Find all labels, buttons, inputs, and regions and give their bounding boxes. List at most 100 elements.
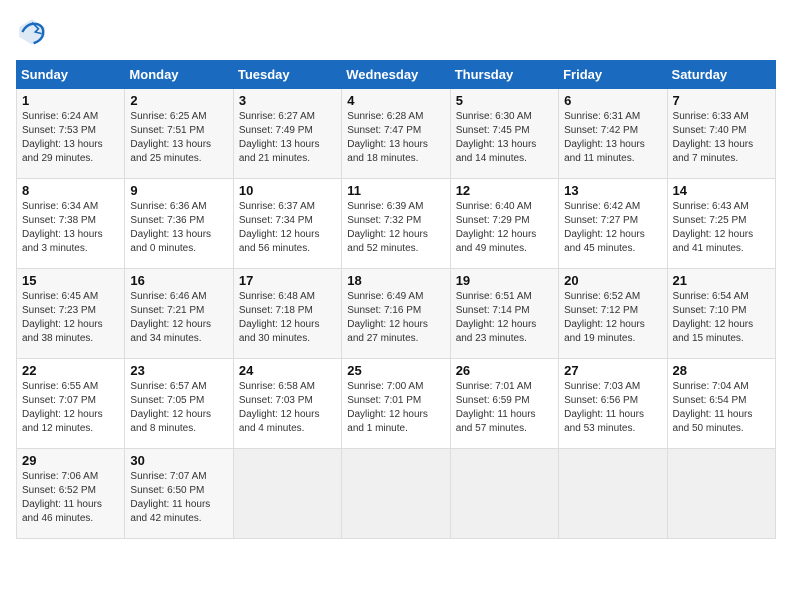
calendar-cell: 14 Sunrise: 6:43 AMSunset: 7:25 PMDaylig…: [667, 179, 775, 269]
day-number: 15: [22, 273, 119, 288]
day-number: 26: [456, 363, 553, 378]
calendar-cell: 26 Sunrise: 7:01 AMSunset: 6:59 PMDaylig…: [450, 359, 558, 449]
calendar-cell: 27 Sunrise: 7:03 AMSunset: 6:56 PMDaylig…: [559, 359, 667, 449]
day-number: 29: [22, 453, 119, 468]
day-number: 12: [456, 183, 553, 198]
calendar-cell: 9 Sunrise: 6:36 AMSunset: 7:36 PMDayligh…: [125, 179, 233, 269]
calendar-cell: 6 Sunrise: 6:31 AMSunset: 7:42 PMDayligh…: [559, 89, 667, 179]
day-info: Sunrise: 6:31 AMSunset: 7:42 PMDaylight:…: [564, 110, 661, 166]
day-info: Sunrise: 6:37 AMSunset: 7:34 PMDaylight:…: [239, 200, 336, 256]
calendar-cell: 10 Sunrise: 6:37 AMSunset: 7:34 PMDaylig…: [233, 179, 341, 269]
day-info: Sunrise: 6:57 AMSunset: 7:05 PMDaylight:…: [130, 380, 227, 436]
day-info: Sunrise: 6:39 AMSunset: 7:32 PMDaylight:…: [347, 200, 444, 256]
day-number: 21: [673, 273, 770, 288]
calendar-cell: 28 Sunrise: 7:04 AMSunset: 6:54 PMDaylig…: [667, 359, 775, 449]
weekday-header: Tuesday: [233, 61, 341, 89]
day-info: Sunrise: 6:46 AMSunset: 7:21 PMDaylight:…: [130, 290, 227, 346]
day-number: 9: [130, 183, 227, 198]
weekday-header: Saturday: [667, 61, 775, 89]
weekday-header: Sunday: [17, 61, 125, 89]
calendar-cell: [450, 449, 558, 539]
day-number: 18: [347, 273, 444, 288]
calendar-cell: 25 Sunrise: 7:00 AMSunset: 7:01 PMDaylig…: [342, 359, 450, 449]
calendar-cell: 20 Sunrise: 6:52 AMSunset: 7:12 PMDaylig…: [559, 269, 667, 359]
day-info: Sunrise: 6:43 AMSunset: 7:25 PMDaylight:…: [673, 200, 770, 256]
day-number: 20: [564, 273, 661, 288]
day-number: 11: [347, 183, 444, 198]
day-info: Sunrise: 7:04 AMSunset: 6:54 PMDaylight:…: [673, 380, 770, 436]
calendar-cell: 30 Sunrise: 7:07 AMSunset: 6:50 PMDaylig…: [125, 449, 233, 539]
calendar-cell: 8 Sunrise: 6:34 AMSunset: 7:38 PMDayligh…: [17, 179, 125, 269]
calendar-cell: 5 Sunrise: 6:30 AMSunset: 7:45 PMDayligh…: [450, 89, 558, 179]
day-info: Sunrise: 7:07 AMSunset: 6:50 PMDaylight:…: [130, 470, 227, 526]
calendar-cell: [233, 449, 341, 539]
day-number: 19: [456, 273, 553, 288]
day-info: Sunrise: 6:40 AMSunset: 7:29 PMDaylight:…: [456, 200, 553, 256]
day-number: 30: [130, 453, 227, 468]
day-info: Sunrise: 6:49 AMSunset: 7:16 PMDaylight:…: [347, 290, 444, 346]
day-info: Sunrise: 6:36 AMSunset: 7:36 PMDaylight:…: [130, 200, 227, 256]
day-number: 23: [130, 363, 227, 378]
calendar-cell: [342, 449, 450, 539]
day-number: 3: [239, 93, 336, 108]
day-number: 27: [564, 363, 661, 378]
calendar-cell: 13 Sunrise: 6:42 AMSunset: 7:27 PMDaylig…: [559, 179, 667, 269]
page-header: [16, 16, 776, 48]
calendar-cell: 2 Sunrise: 6:25 AMSunset: 7:51 PMDayligh…: [125, 89, 233, 179]
calendar-table: SundayMondayTuesdayWednesdayThursdayFrid…: [16, 60, 776, 539]
day-info: Sunrise: 6:34 AMSunset: 7:38 PMDaylight:…: [22, 200, 119, 256]
calendar-cell: 17 Sunrise: 6:48 AMSunset: 7:18 PMDaylig…: [233, 269, 341, 359]
calendar-cell: 24 Sunrise: 6:58 AMSunset: 7:03 PMDaylig…: [233, 359, 341, 449]
day-number: 6: [564, 93, 661, 108]
day-number: 8: [22, 183, 119, 198]
calendar-cell: 15 Sunrise: 6:45 AMSunset: 7:23 PMDaylig…: [17, 269, 125, 359]
day-info: Sunrise: 6:28 AMSunset: 7:47 PMDaylight:…: [347, 110, 444, 166]
day-number: 14: [673, 183, 770, 198]
calendar-cell: 18 Sunrise: 6:49 AMSunset: 7:16 PMDaylig…: [342, 269, 450, 359]
day-info: Sunrise: 6:51 AMSunset: 7:14 PMDaylight:…: [456, 290, 553, 346]
day-info: Sunrise: 7:01 AMSunset: 6:59 PMDaylight:…: [456, 380, 553, 436]
day-number: 28: [673, 363, 770, 378]
calendar-cell: 1 Sunrise: 6:24 AMSunset: 7:53 PMDayligh…: [17, 89, 125, 179]
day-info: Sunrise: 7:06 AMSunset: 6:52 PMDaylight:…: [22, 470, 119, 526]
calendar-cell: 29 Sunrise: 7:06 AMSunset: 6:52 PMDaylig…: [17, 449, 125, 539]
day-number: 7: [673, 93, 770, 108]
day-info: Sunrise: 6:33 AMSunset: 7:40 PMDaylight:…: [673, 110, 770, 166]
day-number: 25: [347, 363, 444, 378]
day-info: Sunrise: 6:42 AMSunset: 7:27 PMDaylight:…: [564, 200, 661, 256]
day-number: 5: [456, 93, 553, 108]
weekday-header: Thursday: [450, 61, 558, 89]
calendar-cell: [559, 449, 667, 539]
calendar-cell: [667, 449, 775, 539]
day-info: Sunrise: 6:27 AMSunset: 7:49 PMDaylight:…: [239, 110, 336, 166]
day-number: 16: [130, 273, 227, 288]
day-info: Sunrise: 6:25 AMSunset: 7:51 PMDaylight:…: [130, 110, 227, 166]
day-info: Sunrise: 6:58 AMSunset: 7:03 PMDaylight:…: [239, 380, 336, 436]
day-info: Sunrise: 6:48 AMSunset: 7:18 PMDaylight:…: [239, 290, 336, 346]
day-info: Sunrise: 6:30 AMSunset: 7:45 PMDaylight:…: [456, 110, 553, 166]
weekday-header: Monday: [125, 61, 233, 89]
calendar-cell: 12 Sunrise: 6:40 AMSunset: 7:29 PMDaylig…: [450, 179, 558, 269]
day-info: Sunrise: 7:00 AMSunset: 7:01 PMDaylight:…: [347, 380, 444, 436]
day-number: 22: [22, 363, 119, 378]
day-info: Sunrise: 6:24 AMSunset: 7:53 PMDaylight:…: [22, 110, 119, 166]
day-number: 24: [239, 363, 336, 378]
day-info: Sunrise: 6:52 AMSunset: 7:12 PMDaylight:…: [564, 290, 661, 346]
calendar-cell: 22 Sunrise: 6:55 AMSunset: 7:07 PMDaylig…: [17, 359, 125, 449]
calendar-cell: 23 Sunrise: 6:57 AMSunset: 7:05 PMDaylig…: [125, 359, 233, 449]
day-number: 13: [564, 183, 661, 198]
day-info: Sunrise: 7:03 AMSunset: 6:56 PMDaylight:…: [564, 380, 661, 436]
calendar-cell: 21 Sunrise: 6:54 AMSunset: 7:10 PMDaylig…: [667, 269, 775, 359]
day-number: 17: [239, 273, 336, 288]
calendar-cell: 11 Sunrise: 6:39 AMSunset: 7:32 PMDaylig…: [342, 179, 450, 269]
calendar-cell: 16 Sunrise: 6:46 AMSunset: 7:21 PMDaylig…: [125, 269, 233, 359]
day-number: 2: [130, 93, 227, 108]
day-number: 4: [347, 93, 444, 108]
day-number: 10: [239, 183, 336, 198]
calendar-cell: 19 Sunrise: 6:51 AMSunset: 7:14 PMDaylig…: [450, 269, 558, 359]
calendar-cell: 7 Sunrise: 6:33 AMSunset: 7:40 PMDayligh…: [667, 89, 775, 179]
logo-icon: [16, 16, 48, 48]
weekday-header: Wednesday: [342, 61, 450, 89]
calendar-cell: 4 Sunrise: 6:28 AMSunset: 7:47 PMDayligh…: [342, 89, 450, 179]
day-info: Sunrise: 6:45 AMSunset: 7:23 PMDaylight:…: [22, 290, 119, 346]
